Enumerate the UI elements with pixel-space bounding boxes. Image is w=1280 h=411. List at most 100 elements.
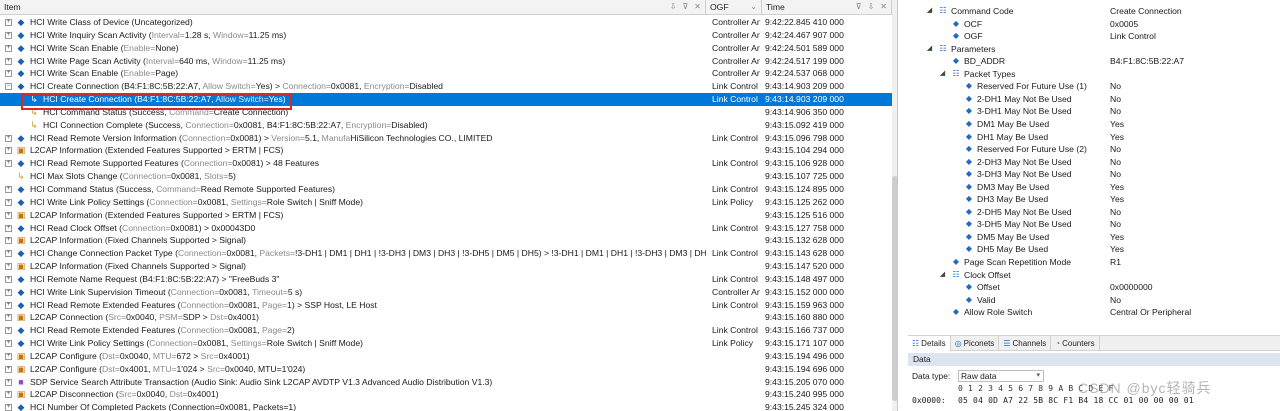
expand-icon[interactable]: + <box>5 198 12 206</box>
tree-node[interactable]: ◆ DM5 May Be Used Yes <box>908 231 1280 244</box>
table-row[interactable]: + ◆ HCI Remote Name Request (B4:F1:8C:5B:2… <box>0 273 892 286</box>
expand-icon[interactable]: + <box>5 288 12 296</box>
table-row[interactable]: + ◆ HCI Read Remote Version Information (C… <box>0 132 892 145</box>
tree-node[interactable]: ◆ BD_ADDR B4:F1:8C:5B:22:A7 <box>908 55 1280 68</box>
tab-channels[interactable]: ☰ Channels <box>999 336 1052 351</box>
expand-icon[interactable]: + <box>5 134 12 142</box>
vertical-scrollbar[interactable] <box>892 0 897 411</box>
tab-piconets[interactable]: ◎ Piconets <box>951 336 1000 351</box>
tree-node[interactable]: ◆ DM3 May Be Used Yes <box>908 181 1280 194</box>
expand-icon[interactable]: + <box>5 378 12 386</box>
expand-icon[interactable]: + <box>5 340 12 348</box>
expand-icon[interactable]: + <box>5 327 12 335</box>
tree-node[interactable]: ◢ ☷ Packet Types <box>908 68 1280 81</box>
table-row[interactable]: + ▣ L2CAP Information (Fixed Channels Supp… <box>0 234 892 247</box>
expand-icon[interactable]: + <box>5 301 12 309</box>
table-row[interactable]: + ▣ L2CAP Configure (Dst=0x4001, MTU=1'024… <box>0 363 892 376</box>
chevron-down-icon[interactable]: ⌄ <box>750 2 757 11</box>
expand-icon[interactable]: + <box>5 224 12 232</box>
collapse-icon[interactable]: ◢ <box>926 45 933 53</box>
sort-icon[interactable]: ⇩ <box>670 2 677 11</box>
tab-details[interactable]: ☷ Details <box>908 336 951 351</box>
tree-node[interactable]: ◆ Reserved For Future Use (2) No <box>908 143 1280 156</box>
expand-icon[interactable]: + <box>5 31 12 39</box>
tree-node[interactable]: ◆ 3-DH1 May Not Be Used No <box>908 105 1280 118</box>
table-row[interactable]: + ◆ HCI Write Page Scan Activity (Interval… <box>0 55 892 68</box>
table-row[interactable]: + ◆ HCI Write Link Policy Settings (Connec… <box>0 196 892 209</box>
expand-icon[interactable]: + <box>5 404 12 411</box>
table-row[interactable]: + ▣ L2CAP Disconnection (Src=0x0040, Dst=0… <box>0 388 892 401</box>
filter-icon[interactable]: ⊽ <box>682 2 688 11</box>
table-row[interactable]: + ◆ HCI Change Connection Packet Type (Con… <box>0 247 892 260</box>
tree-node[interactable]: ◆ 3-DH5 May Not Be Used No <box>908 218 1280 231</box>
expand-icon[interactable]: + <box>5 314 12 322</box>
expand-icon[interactable]: + <box>5 250 12 258</box>
tree-node[interactable]: ◆ 2-DH5 May Not Be Used No <box>908 206 1280 219</box>
column-header-ogf[interactable]: OGF ⌄ <box>706 0 762 15</box>
table-row[interactable]: + ◆ HCI Write Link Policy Settings (Connec… <box>0 337 892 350</box>
table-row[interactable]: + ◆ HCI Read Remote Supported Features (Co… <box>0 157 892 170</box>
column-header-item[interactable]: Item ⇩ ⊽ ✕ <box>0 0 706 15</box>
table-row[interactable]: + ▣ L2CAP Configure (Dst=0x0040, MTU=672 >… <box>0 350 892 363</box>
data-type-select[interactable]: Raw data ▾ <box>958 370 1044 382</box>
table-row[interactable]: + ◆ HCI Write Link Supervision Timeout (Co… <box>0 286 892 299</box>
table-row[interactable]: + ◆ HCI Read Remote Extended Features (Con… <box>0 299 892 312</box>
tree-node[interactable]: ◢ ☷ Command Code Create Connection <box>908 5 1280 18</box>
expand-icon[interactable]: + <box>5 57 12 65</box>
table-row[interactable]: + ▣ L2CAP Information (Extended Features S… <box>0 144 892 157</box>
tree-node[interactable]: ◆ OGF Link Control <box>908 30 1280 43</box>
expand-icon[interactable]: + <box>5 391 12 399</box>
table-row[interactable]: + ◆ HCI Write Scan Enable (Enable=None) Con… <box>0 42 892 55</box>
tree-node[interactable]: ◆ DM1 May Be Used Yes <box>908 118 1280 131</box>
close-icon[interactable]: ✕ <box>694 2 701 11</box>
tree-node[interactable]: ◆ 2-DH1 May Not Be Used No <box>908 93 1280 106</box>
tree-node[interactable]: ◆ DH5 May Be Used Yes <box>908 243 1280 256</box>
table-row[interactable]: + ◆ HCI Number Of Completed Packets (Conne… <box>0 401 892 411</box>
tree-node[interactable]: ◆ 3-DH3 May Not Be Used No <box>908 168 1280 181</box>
table-row[interactable]: + ◆ HCI Write Inquiry Scan Activity (Inter… <box>0 29 892 42</box>
tree-node[interactable]: ◆ Valid No <box>908 294 1280 307</box>
table-row[interactable]: + ◆ HCI Read Clock Offset (Connection=0x00… <box>0 222 892 235</box>
tree-node[interactable]: ◆ Page Scan Repetition Mode R1 <box>908 256 1280 269</box>
scrollbar-thumb[interactable] <box>892 176 897 401</box>
table-row[interactable]: + ◆ HCI Command Status (Success, Command=R… <box>0 183 892 196</box>
expand-icon[interactable]: + <box>5 70 12 78</box>
table-row[interactable]: + ◆ HCI Read Remote Extended Features (Con… <box>0 324 892 337</box>
sort-icon[interactable]: ⇩ <box>868 2 875 11</box>
table-row[interactable]: + ■ SDP Service Search Attribute Transacti… <box>0 376 892 389</box>
table-row[interactable]: + ◆ HCI Write Scan Enable (Enable=Page) Con… <box>0 67 892 80</box>
tree-node[interactable]: ◆ Allow Role Switch Central Or Peripheral <box>908 306 1280 319</box>
tree-node[interactable]: ◆ Offset 0x0000000 <box>908 281 1280 294</box>
expand-icon[interactable]: + <box>5 275 12 283</box>
tree-node[interactable]: ◆ DH3 May Be Used Yes <box>908 193 1280 206</box>
table-row[interactable]: + ◆ HCI Write Class of Device (Uncategoriz… <box>0 16 892 29</box>
collapse-icon[interactable]: ◢ <box>939 70 946 78</box>
filter-icon[interactable]: ⊽ <box>856 2 862 11</box>
collapse-icon[interactable]: ◢ <box>926 7 933 15</box>
close-icon[interactable]: ✕ <box>880 2 887 11</box>
expand-icon[interactable]: + <box>5 160 12 168</box>
tree-node[interactable]: ◆ DH1 May Be Used Yes <box>908 131 1280 144</box>
expand-icon[interactable]: + <box>5 211 12 219</box>
expand-icon[interactable]: + <box>5 365 12 373</box>
expand-icon[interactable]: + <box>5 19 12 26</box>
collapse-icon[interactable]: − <box>5 83 12 91</box>
table-row[interactable]: + ▣ L2CAP Connection (Src=0x0040, PSM=SDP … <box>0 311 892 324</box>
tree-node[interactable]: ◆ 2-DH3 May Not Be Used No <box>908 156 1280 169</box>
tree-node[interactable]: ◢ ☷ Parameters <box>908 43 1280 56</box>
table-row[interactable]: + ▣ L2CAP Information (Extended Features S… <box>0 209 892 222</box>
tree-node[interactable]: ◆ OCF 0x0005 <box>908 18 1280 31</box>
collapse-icon[interactable]: ◢ <box>939 271 946 279</box>
table-row-selected[interactable]: ↳ HCI Create Connection (B4:F1:8C:5B:22:A… <box>0 93 892 106</box>
table-row[interactable]: ↳ HCI Command Status (Success, Command=Cr… <box>0 106 892 119</box>
tree-node[interactable]: ◢ ☷ Clock Offset <box>908 269 1280 282</box>
table-row[interactable]: ↳ HCI Max Slots Change (Connection=0x0081… <box>0 170 892 183</box>
expand-icon[interactable]: + <box>5 44 12 52</box>
expand-icon[interactable]: + <box>5 147 12 155</box>
tab-counters[interactable]: ◔ Counters <box>1051 336 1100 351</box>
expand-icon[interactable]: + <box>5 263 12 271</box>
expand-icon[interactable]: + <box>5 352 12 360</box>
tree-node[interactable]: ◆ Reserved For Future Use (1) No <box>908 80 1280 93</box>
expand-icon[interactable]: + <box>5 185 12 193</box>
expand-icon[interactable]: + <box>5 237 12 245</box>
